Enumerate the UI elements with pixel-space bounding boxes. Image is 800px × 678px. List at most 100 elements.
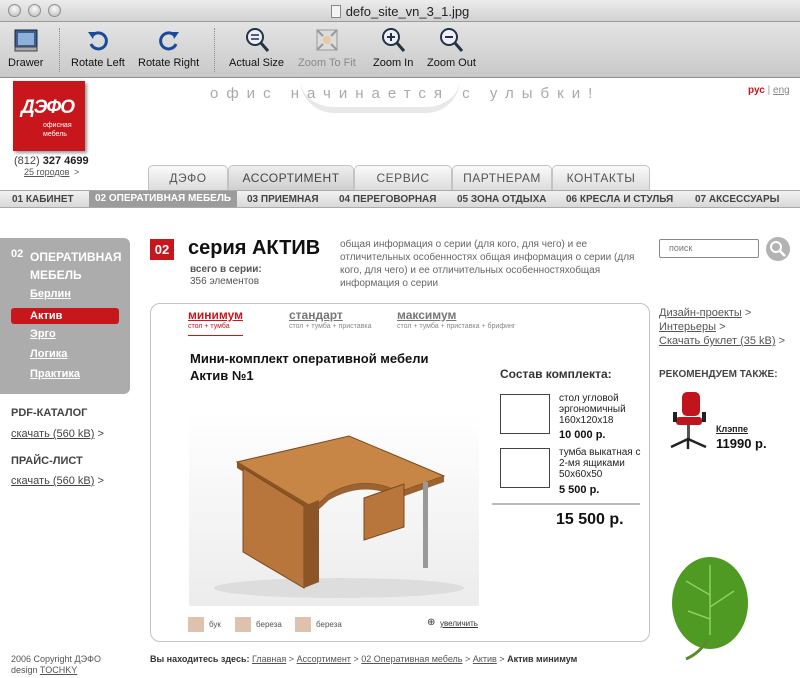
search-icon (770, 241, 786, 257)
sidebar-title: ОПЕРАТИВНАЯ МЕБЕЛЬ (30, 250, 122, 282)
option-standard-title: стандарт (289, 308, 343, 322)
site-slogan: офис начинается с улыбки! (210, 85, 601, 102)
tab-defo[interactable]: ДЭФО (148, 165, 228, 190)
active-option-underline (188, 335, 243, 336)
option-standard[interactable]: стандарт стол + тумба + приставка (289, 308, 372, 330)
booklet-download-link[interactable]: Скачать буклет (35 kB) (659, 335, 776, 347)
drawer-label: Drawer (8, 57, 44, 69)
actual-size-button[interactable]: Actual Size (229, 26, 284, 69)
site-logo[interactable]: ДЭФО офисная мебель (13, 81, 85, 151)
option-standard-sub: стол + тумба + приставка (289, 323, 372, 330)
cities-link[interactable]: 25 городов (24, 167, 69, 177)
recommended-title: РЕКОМЕНДУЕМ ТАКЖЕ: (659, 369, 778, 380)
series-count-label-text: всего в серии (190, 264, 259, 275)
subnav-cabinet[interactable]: 01 КАБИНЕТ (12, 194, 74, 205)
pdf-download: скачать (560 kB) > (11, 428, 104, 440)
price-download: скачать (560 kB) > (11, 475, 104, 487)
phone-code: (812) (14, 155, 40, 167)
breadcrumb-sep: > (465, 654, 471, 664)
breadcrumb-aktiv[interactable]: Актив (473, 654, 497, 664)
search-input[interactable]: поиск (659, 239, 759, 258)
interiors-link[interactable]: Интерьеры (659, 321, 716, 333)
cities-arrow: > (74, 167, 80, 177)
rotate-left-button[interactable]: Rotate Left (71, 26, 125, 69)
search-button[interactable] (766, 237, 790, 261)
series-sidebar: 02 ОПЕРАТИВНАЯ МЕБЕЛЬ Берлин Актив Эрго … (0, 238, 130, 394)
subnav-meeting[interactable]: 04 ПЕРЕГОВОРНАЯ (339, 194, 436, 205)
rotate-right-label: Rotate Right (138, 57, 200, 69)
tab-service[interactable]: СЕРВИС (354, 165, 452, 190)
component-1-name: стол угловой эргономичный 160x120x18 (559, 393, 626, 426)
zoom-icon: ⊕ (427, 617, 436, 628)
breadcrumb-operative[interactable]: 02 Оперативная мебель (361, 654, 462, 664)
design-projects-arrow: > (744, 307, 752, 319)
subnav-lounge[interactable]: 05 ЗОНА ОТДЫХА (457, 194, 546, 205)
rotate-right-button[interactable]: Rotate Right (138, 26, 199, 69)
total-divider (492, 503, 640, 505)
kit-total-price: 15 500 р. (556, 511, 624, 528)
zoom-out-button[interactable]: Zoom Out (427, 26, 476, 69)
zoom-to-fit-label: Zoom To Fit (298, 57, 356, 69)
swatch-birch-1[interactable] (235, 617, 251, 632)
price-arrow: > (97, 475, 104, 487)
series-number: 02 (150, 239, 174, 260)
swatch-beech-label: бук (209, 620, 221, 629)
subnav-reception[interactable]: 03 ПРИЕМНАЯ (247, 194, 319, 205)
actual-size-label: Actual Size (229, 57, 285, 69)
sidebar-item-ergo[interactable]: Эрго (30, 328, 56, 340)
swatch-birch-2[interactable] (295, 617, 311, 632)
swatch-beech[interactable] (188, 617, 204, 632)
pdf-download-link[interactable]: скачать (560 kB) (11, 428, 94, 440)
component-1-thumb[interactable] (500, 394, 550, 434)
subnav-chairs[interactable]: 06 КРЕСЛА И СТУЛЬЯ (566, 194, 673, 205)
design-projects-link[interactable]: Дизайн-проекты (659, 307, 742, 319)
zoom-in-button[interactable]: Zoom In (373, 26, 413, 69)
breadcrumb-sep: > (288, 654, 295, 664)
tab-contacts[interactable]: КОНТАКТЫ (552, 165, 650, 190)
product-card: минимум стол + тумба стандарт стол + тум… (150, 303, 650, 642)
sidebar-item-berlin[interactable]: Берлин (30, 288, 71, 300)
zoom-out-icon (440, 28, 464, 52)
sidebar-item-praktika[interactable]: Практика (30, 368, 80, 380)
design-projects: Дизайн-проекты > (659, 307, 751, 319)
lang-en-link[interactable]: eng (773, 85, 790, 96)
zoom-in-icon (382, 28, 406, 52)
recommended-product-price: 11990 р. (716, 436, 767, 451)
sidebar-item-aktiv[interactable]: Актив (11, 308, 119, 324)
breadcrumb-assortment[interactable]: Ассортимент (297, 654, 351, 664)
magnifier-icon (245, 28, 269, 52)
swatch-birch-1-label: береза (256, 620, 282, 629)
price-download-link[interactable]: скачать (560 kB) (11, 475, 94, 487)
kit-title: Мини-комплект оперативной мебели Актив №… (190, 351, 429, 383)
chair-image[interactable] (666, 389, 711, 454)
option-minimum[interactable]: минимум стол + тумба (188, 308, 243, 330)
category-subnav: 01 КАБИНЕТ 02 ОПЕРАТИВНАЯ МЕБЕЛЬ 03 ПРИЕ… (0, 190, 800, 208)
breadcrumb-sep: > (353, 654, 359, 664)
recommended-product-link[interactable]: Клэппе (716, 424, 748, 434)
logo-subtext: офисная мебель (43, 122, 72, 138)
zoom-to-fit-button[interactable]: Zoom To Fit (298, 26, 356, 69)
lang-ru-link[interactable]: рус (748, 85, 765, 96)
series-count-label: всего в серии: (190, 264, 262, 275)
document-icon (330, 5, 341, 18)
zoom-image-link[interactable]: увеличить (440, 619, 478, 628)
booklet-arrow: > (778, 335, 786, 347)
desk-image (189, 412, 479, 606)
logo-text: ДЭФО (21, 97, 75, 118)
interiors: Интерьеры > (659, 321, 726, 333)
series-count: 356 элементов (190, 276, 260, 287)
image-canvas: ДЭФО офисная мебель офис начинается с ул… (0, 79, 800, 678)
sidebar-item-logika[interactable]: Логика (30, 348, 67, 360)
tab-assortment[interactable]: АССОРТИМЕНТ (228, 165, 354, 190)
option-maximum[interactable]: максимум стол + тумба + приставка + бриф… (397, 308, 515, 330)
designer-link[interactable]: TOCHKY (40, 665, 77, 675)
subnav-accessories[interactable]: 07 АКСЕССУАРЫ (695, 194, 779, 205)
subnav-operative[interactable]: 02 ОПЕРАТИВНАЯ МЕБЕЛЬ (89, 191, 238, 207)
drawer-button[interactable]: Drawer (8, 26, 43, 69)
component-2-price: 5 500 р. (559, 484, 600, 496)
component-1-price: 10 000 р. (559, 429, 606, 441)
breadcrumb-home[interactable]: Главная (252, 654, 286, 664)
component-2-thumb[interactable] (500, 448, 550, 488)
tab-partners[interactable]: ПАРТНЕРАМ (452, 165, 552, 190)
design-label: design (11, 665, 38, 675)
